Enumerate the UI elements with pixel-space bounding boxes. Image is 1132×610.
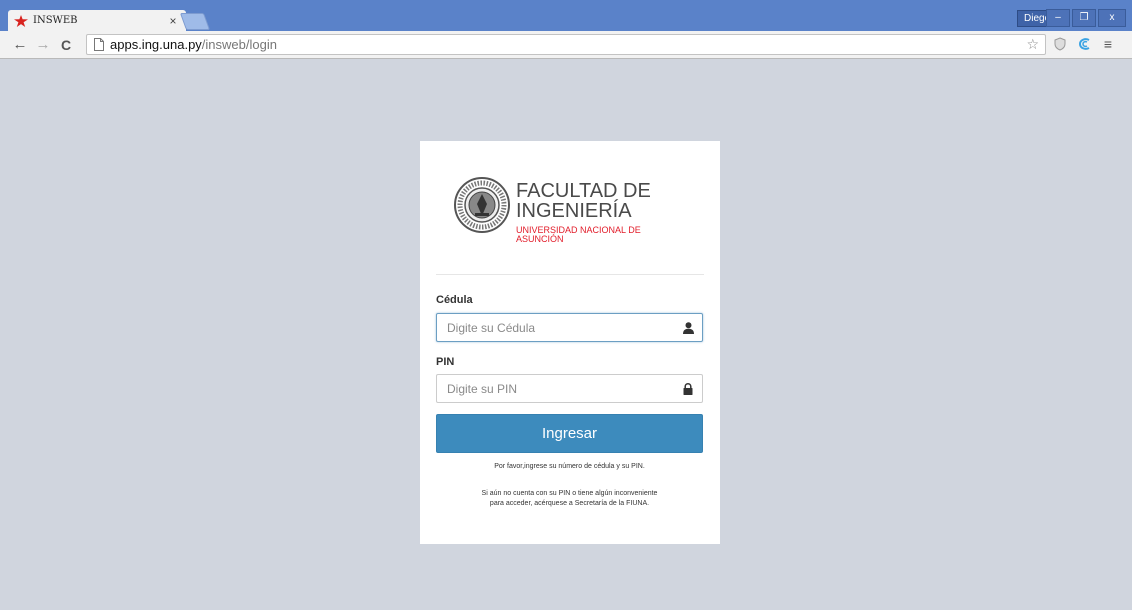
faculty-title-line2: INGENIERÍA xyxy=(516,200,632,222)
pin-input[interactable] xyxy=(437,375,674,402)
university-name: UNIVERSIDAD NACIONAL DE ASUNCIÓN xyxy=(516,226,676,244)
help-text-support: Si aún no cuenta con su PIN o tiene algú… xyxy=(436,489,703,509)
url-path: /insweb/login xyxy=(201,37,277,52)
reload-button[interactable]: C xyxy=(56,35,76,55)
university-name-line2: ASUNCIÓN xyxy=(516,234,564,244)
wave-extension-icon[interactable] xyxy=(1076,36,1092,52)
shield-extension-icon[interactable] xyxy=(1052,36,1068,52)
url-host: apps.ing.una.py xyxy=(110,37,202,52)
forward-button[interactable]: → xyxy=(33,35,53,55)
bookmark-star-icon[interactable]: ☆ xyxy=(1026,36,1039,53)
browser-titlebar: INSWEB × Diego – ❐ x xyxy=(0,0,1132,31)
university-seal-icon xyxy=(454,177,510,233)
pin-field-group xyxy=(436,374,703,403)
red-star-icon xyxy=(14,14,28,27)
lock-icon xyxy=(674,382,702,395)
pin-label: PIN xyxy=(436,356,455,368)
tab-title: INSWEB xyxy=(33,15,78,26)
cedula-input[interactable] xyxy=(437,314,674,341)
window-controls: – ❐ x xyxy=(1046,9,1126,27)
ingresar-button[interactable]: Ingresar xyxy=(436,414,703,453)
address-bar[interactable]: apps.ing.una.py/insweb/login ☆ xyxy=(86,34,1046,55)
login-card: FACULTAD DE INGENIERÍA UNIVERSIDAD NACIO… xyxy=(420,141,720,544)
cedula-label: Cédula xyxy=(436,294,473,306)
new-tab-button[interactable] xyxy=(179,13,211,30)
extension-icons: ≡ xyxy=(1052,36,1116,52)
cedula-field-group xyxy=(436,313,703,342)
minimize-button[interactable]: – xyxy=(1046,9,1070,27)
help-text-support-line2: para acceder, acérquese a Secretaría de … xyxy=(489,500,650,507)
faculty-title: FACULTAD DE INGENIERÍA xyxy=(516,181,651,221)
help-text-support-line1: Si aún no cuenta con su PIN o tiene algú… xyxy=(481,490,658,497)
help-text-instructions: Por favor,ingrese su número de cédula y … xyxy=(494,463,645,470)
faculty-title-line1: FACULTAD DE xyxy=(516,180,651,202)
tab-close-icon[interactable]: × xyxy=(166,14,180,28)
browser-tab[interactable]: INSWEB × xyxy=(8,10,186,31)
browser-toolbar: ← → C apps.ing.una.py/insweb/login ☆ ≡ xyxy=(0,31,1132,59)
back-button[interactable]: ← xyxy=(10,35,30,55)
page-icon xyxy=(93,38,105,51)
page-viewport: FACULTAD DE INGENIERÍA UNIVERSIDAD NACIO… xyxy=(8,60,1132,610)
user-icon xyxy=(674,321,702,334)
faculty-logo: FACULTAD DE INGENIERÍA UNIVERSIDAD NACIO… xyxy=(436,153,704,275)
close-window-button[interactable]: x xyxy=(1098,9,1126,27)
maximize-button[interactable]: ❐ xyxy=(1072,9,1096,27)
chrome-menu-icon[interactable]: ≡ xyxy=(1100,36,1116,52)
